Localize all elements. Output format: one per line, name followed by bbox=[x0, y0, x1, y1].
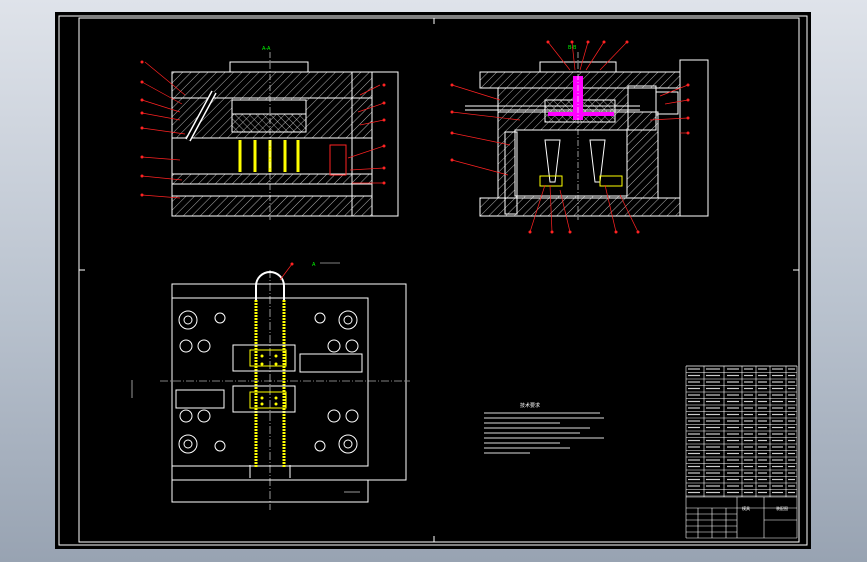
section-label-a: A-A bbox=[262, 46, 271, 52]
cad-viewport[interactable]: A-A B-B A 技术要求 模具 装配图 bbox=[0, 0, 867, 562]
notes-title: 技术要求 bbox=[520, 402, 540, 409]
sheet-background bbox=[55, 12, 811, 549]
title-block-name: 模具 bbox=[742, 505, 750, 511]
title-block-drawing-no: 装配图 bbox=[776, 505, 788, 511]
view-label-a: A bbox=[312, 262, 316, 268]
section-view-left: A-A bbox=[140, 46, 399, 220]
drawing-canvas[interactable]: A-A B-B A 技术要求 模具 装配图 bbox=[0, 0, 867, 562]
